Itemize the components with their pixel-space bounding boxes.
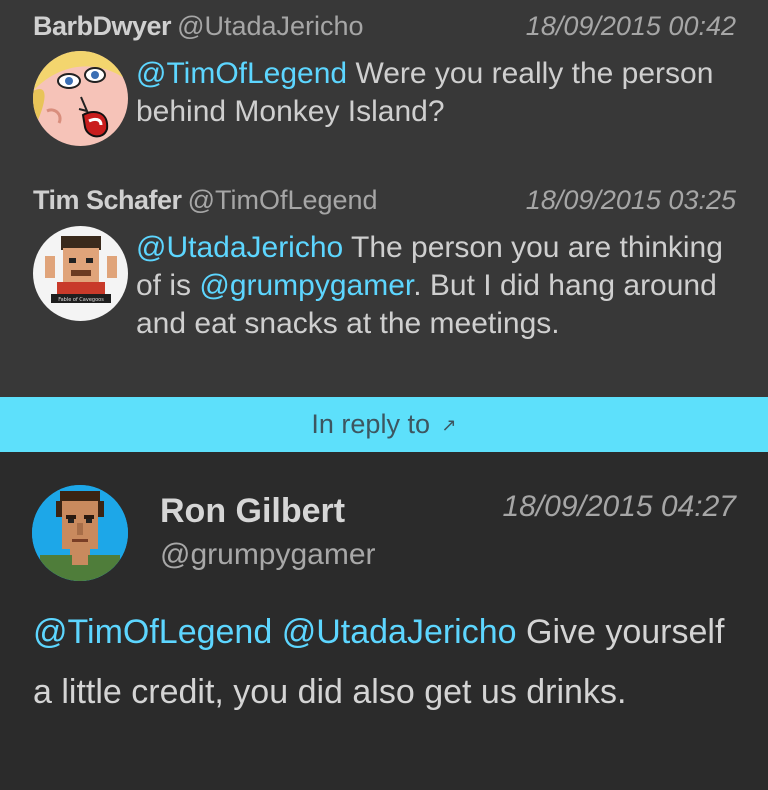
author-handle[interactable]: @TimOfLegend (188, 185, 378, 215)
author-name[interactable]: BarbDwyer (33, 11, 172, 41)
pixel-art-avatar: Fable of Cavegoos (33, 226, 128, 321)
avatar[interactable]: Fable of Cavegoos (33, 226, 128, 321)
tweet-text: @TimOfLegend @UtadaJericho Give yourself… (33, 602, 744, 722)
mention-link[interactable]: @TimOfLegend (136, 57, 347, 90)
pixel-portrait-avatar (32, 485, 128, 581)
main-tweet[interactable]: Ron Gilbert @grumpygamer 18/09/2015 04:2… (0, 452, 768, 790)
cartoon-face-avatar (33, 51, 128, 146)
avatar-caption: Fable of Cavegoos (58, 297, 104, 303)
mention-link[interactable]: @UtadaJericho (136, 231, 343, 264)
author-name[interactable]: Ron Gilbert (160, 492, 345, 531)
in-reply-to-label: In reply to (311, 409, 430, 439)
avatar[interactable] (33, 51, 128, 146)
tweet-header: Tim Schafer @TimOfLegend 18/09/2015 03:25 (33, 184, 736, 216)
in-reply-to-bar[interactable]: In reply to ↗ (0, 397, 768, 452)
mention-link[interactable]: @TimOfLegend (33, 613, 272, 651)
tweet-barbdwyer[interactable]: BarbDwyer @UtadaJericho 18/09/2015 00:42 … (0, 0, 768, 172)
arrow-up-right-icon: ↗ (441, 415, 457, 435)
author-handle[interactable]: @UtadaJericho (177, 11, 364, 41)
tweet-timestamp: 18/09/2015 04:27 (502, 490, 736, 523)
tweet-text: @UtadaJericho The person you are thinkin… (136, 229, 748, 343)
avatar[interactable] (32, 485, 128, 581)
mention-link[interactable]: @UtadaJericho (282, 613, 517, 651)
author-handle[interactable]: @grumpygamer (160, 538, 376, 572)
tweet-text: @TimOfLegend Were you really the person … (136, 55, 748, 131)
tweet-timestamp: 18/09/2015 00:42 (525, 11, 736, 41)
tweet-timestamp: 18/09/2015 03:25 (525, 185, 736, 215)
tweet-header: BarbDwyer @UtadaJericho 18/09/2015 00:42 (33, 10, 736, 42)
author-name[interactable]: Tim Schafer (33, 185, 182, 215)
tweet-tim-schafer[interactable]: Tim Schafer @TimOfLegend 18/09/2015 03:25… (0, 172, 768, 397)
mention-link[interactable]: @grumpygamer (199, 269, 413, 302)
thread-context: BarbDwyer @UtadaJericho 18/09/2015 00:42 … (0, 0, 768, 397)
